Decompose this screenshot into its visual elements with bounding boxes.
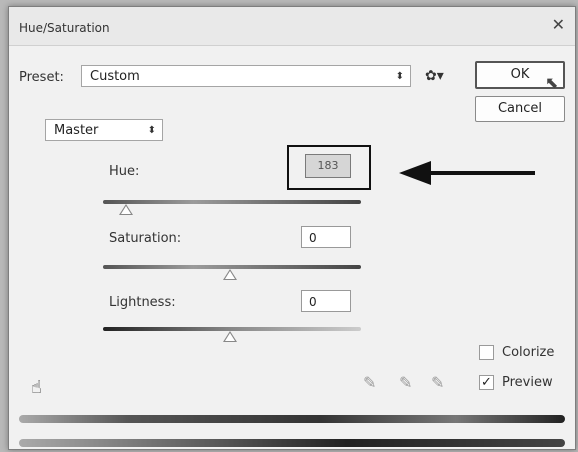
lightness-slider-thumb[interactable] xyxy=(223,331,237,342)
preset-select[interactable]: Custom ⬍ xyxy=(81,65,411,87)
annotation-arrow-head xyxy=(399,161,431,185)
hue-value-field[interactable]: 183 xyxy=(305,154,351,178)
gear-icon[interactable]: ✿▾ xyxy=(425,68,444,84)
saturation-label: Saturation: xyxy=(109,231,182,246)
color-bar-bottom xyxy=(19,439,565,447)
dialog-title: Hue/Saturation xyxy=(19,21,110,35)
annotation-arrow-shaft xyxy=(429,171,535,175)
colorize-checkbox[interactable] xyxy=(479,345,494,360)
hand-icon[interactable]: ☝ xyxy=(31,377,42,398)
hue-label: Hue: xyxy=(109,164,140,179)
hue-slider-track[interactable] xyxy=(103,200,361,204)
eyedropper-minus-icon[interactable]: ✎ xyxy=(431,373,444,392)
preset-label: Preset: xyxy=(19,70,64,85)
hue-saturation-dialog: Hue/Saturation ✕ Preset: Custom ⬍ ✿▾ OK … xyxy=(8,6,576,450)
eyedropper-icon[interactable]: ✎ xyxy=(363,373,376,392)
close-icon[interactable]: ✕ xyxy=(552,15,565,34)
preview-checkbox[interactable]: ✓ xyxy=(479,375,494,390)
mouse-cursor-icon: ⬉ xyxy=(545,73,559,92)
cancel-button[interactable]: Cancel xyxy=(475,96,565,122)
eyedropper-plus-icon[interactable]: ✎ xyxy=(399,373,412,392)
title-bar: Hue/Saturation ✕ xyxy=(9,7,575,46)
lightness-label: Lightness: xyxy=(109,295,176,310)
saturation-slider-thumb[interactable] xyxy=(223,269,237,280)
colorize-label: Colorize xyxy=(502,345,555,360)
lightness-value-field[interactable]: 0 xyxy=(301,290,351,312)
hue-slider-thumb[interactable] xyxy=(119,204,133,215)
color-bar-top xyxy=(19,415,565,423)
select-arrows-icon: ⬍ xyxy=(147,125,156,136)
select-arrows-icon: ⬍ xyxy=(395,71,404,82)
preview-label: Preview xyxy=(502,375,553,390)
channel-select[interactable]: Master ⬍ xyxy=(45,119,163,141)
channel-value: Master xyxy=(54,123,99,138)
saturation-value-field[interactable]: 0 xyxy=(301,226,351,248)
preset-value: Custom xyxy=(90,69,140,84)
